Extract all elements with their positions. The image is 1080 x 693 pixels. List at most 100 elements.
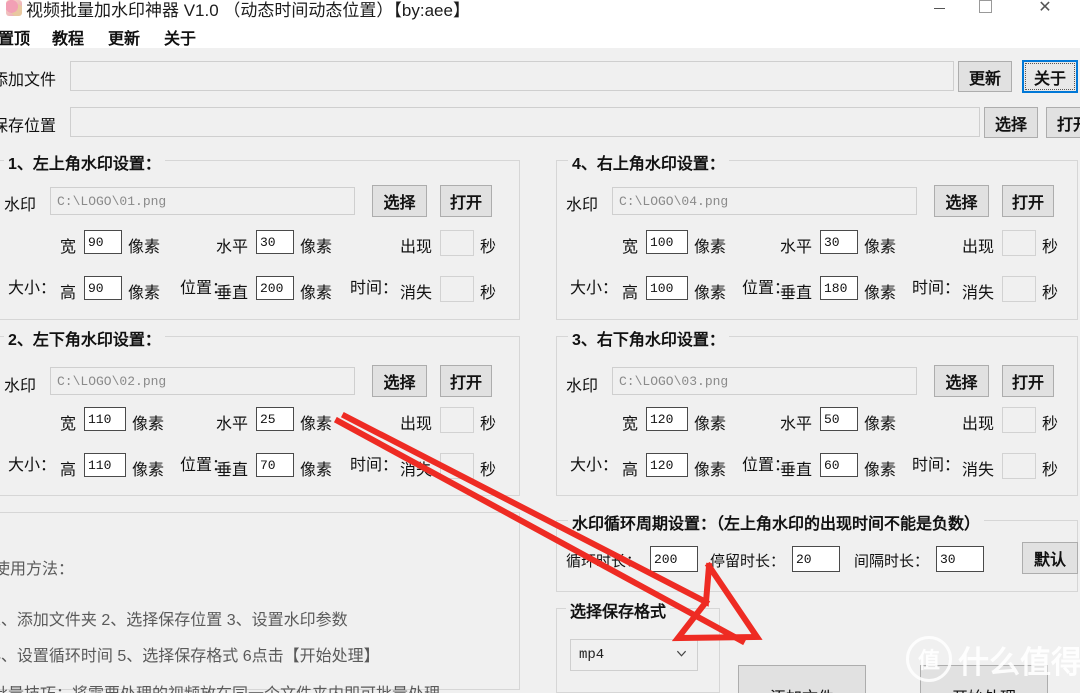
height-input-bottom-right[interactable]: 120 [646,453,688,477]
update-button[interactable]: 更新 [958,61,1012,92]
watermark-open-button-bottom-left[interactable]: 打开 [440,365,492,397]
appear-unit-top-right: 秒 [1042,239,1059,256]
appear-input-bottom-left[interactable] [440,407,474,433]
horizontal-input-top-left[interactable]: 30 [256,230,294,254]
size-label-top-left: 大小： [8,280,57,297]
menu-item-tutorial[interactable]: 教程 [48,23,88,51]
vertical-input-top-left[interactable]: 200 [256,276,294,300]
width-input-bottom-left[interactable]: 110 [84,407,126,431]
watermark-label-top-left: 水印 [4,197,37,214]
usage-help-line-1: 1、添加文件夹 2、选择保存位置 3、设置水印参数 [0,612,348,629]
horizontal-unit-top-right: 像素 [864,239,897,256]
width-input-top-left[interactable]: 90 [84,230,122,254]
appear-unit-bottom-right: 秒 [1042,416,1059,433]
horizontal-input-bottom-right[interactable]: 50 [820,407,858,431]
height-unit-bottom-right: 像素 [694,462,727,479]
add-files-label: 添加文件 [0,72,57,89]
maximize-button[interactable] [962,0,1008,20]
vertical-input-bottom-right[interactable]: 60 [820,453,858,477]
appear-input-top-right[interactable] [1002,230,1036,256]
watermark-open-button-top-left[interactable]: 打开 [440,185,492,217]
height-unit-top-left: 像素 [128,285,161,302]
appear-input-bottom-right[interactable] [1002,407,1036,433]
disappear-input-top-right[interactable] [1002,276,1036,302]
vertical-unit-bottom-left: 像素 [300,462,333,479]
watermark-choose-button-top-left[interactable]: 选择 [372,185,427,217]
loop-duration-label: 循环时长： [566,553,642,570]
menu-item-about[interactable]: 关于 [160,23,200,51]
vertical-label-bottom-left: 垂直 [216,462,249,479]
disappear-input-top-left[interactable] [440,276,474,302]
add-files-input[interactable] [70,61,954,91]
add-file-button[interactable]: 添加文件 [738,665,866,693]
horizontal-label-top-left: 水平 [216,239,249,256]
usage-help-line-3: 批量技巧：将需要处理的视频放在同一个文件夹内即可批量处理 [0,680,440,693]
minimize-button[interactable] [916,0,962,20]
cycle-settings-title: 水印循环周期设置：（左上角水印的出现时间不能是负数） [568,510,985,534]
width-input-top-right[interactable]: 100 [646,230,688,254]
save-format-select[interactable]: mp4 [570,639,698,671]
height-input-top-left[interactable]: 90 [84,276,122,300]
vertical-label-top-left: 垂直 [216,285,249,302]
watermark-path-input-top-left[interactable]: C:\LOGO\01.png [50,187,355,215]
group-title-bottom-right: 3、右下角水印设置： [568,326,729,350]
menu-bar: 置顶 教程 更新 关于 [0,22,1080,49]
height-unit-bottom-left: 像素 [132,462,165,479]
minimize-icon [933,7,945,9]
width-unit-bottom-left: 像素 [132,416,165,433]
save-location-input[interactable] [70,107,980,137]
disappear-input-bottom-left[interactable] [440,453,474,479]
maximize-icon [978,0,992,13]
stay-duration-input[interactable]: 20 [792,546,840,572]
height-input-bottom-left[interactable]: 110 [84,453,126,477]
stay-duration-label: 停留时长： [710,553,786,570]
appear-input-top-left[interactable] [440,230,474,256]
gap-duration-input[interactable]: 30 [936,546,984,572]
watermark-choose-button-bottom-left[interactable]: 选择 [372,365,427,397]
horizontal-label-bottom-left: 水平 [216,416,249,433]
watermark-choose-button-top-right[interactable]: 选择 [934,185,989,217]
vertical-input-top-right[interactable]: 180 [820,276,858,300]
appear-unit-top-left: 秒 [480,239,497,256]
watermark-label-top-right: 水印 [566,197,599,214]
watermark-path-input-bottom-left[interactable]: C:\LOGO\02.png [50,367,355,395]
height-input-top-right[interactable]: 100 [646,276,688,300]
horizontal-input-top-right[interactable]: 30 [820,230,858,254]
watermark-path-input-top-right[interactable]: C:\LOGO\04.png [612,187,917,215]
group-title-top-right: 4、右上角水印设置： [568,150,729,174]
vertical-input-bottom-left[interactable]: 70 [256,453,294,477]
vertical-unit-top-right: 像素 [864,285,897,302]
default-button[interactable]: 默认 [1022,542,1078,574]
width-input-bottom-right[interactable]: 120 [646,407,688,431]
disappear-unit-bottom-left: 秒 [480,462,497,479]
about-button[interactable]: 关于 [1022,60,1078,93]
menu-item-update[interactable]: 更新 [104,23,144,51]
watermark-choose-button-bottom-right[interactable]: 选择 [934,365,989,397]
menu-item-pin[interactable]: 置顶 [0,23,34,51]
appear-label-bottom-left: 出现 [400,416,433,433]
loop-duration-input[interactable]: 200 [650,546,698,572]
watermark-open-button-top-right[interactable]: 打开 [1002,185,1054,217]
usage-help-title: 使用方法： [0,561,75,578]
disappear-unit-bottom-right: 秒 [1042,462,1059,479]
save-location-choose-button[interactable]: 选择 [984,107,1038,138]
close-button[interactable]: ✕ [1022,0,1068,20]
width-label-top-left: 宽 [60,239,77,256]
vertical-unit-top-left: 像素 [300,285,333,302]
disappear-input-bottom-right[interactable] [1002,453,1036,479]
watermark-open-button-bottom-right[interactable]: 打开 [1002,365,1054,397]
save-location-open-button[interactable]: 打开 [1046,107,1080,138]
disappear-label-bottom-right: 消失 [962,462,995,479]
time-label-top-left: 时间： [350,280,399,297]
height-unit-top-right: 像素 [694,285,727,302]
width-label-top-right: 宽 [622,239,639,256]
start-process-button[interactable]: 开始处理 [920,665,1048,693]
disappear-label-bottom-left: 消失 [400,462,433,479]
disappear-unit-top-left: 秒 [480,285,497,302]
horizontal-input-bottom-left[interactable]: 25 [256,407,294,431]
vertical-label-bottom-right: 垂直 [780,462,813,479]
time-label-bottom-right: 时间： [912,457,961,474]
width-unit-top-right: 像素 [694,239,727,256]
horizontal-unit-top-left: 像素 [300,239,333,256]
watermark-path-input-bottom-right[interactable]: C:\LOGO\03.png [612,367,917,395]
